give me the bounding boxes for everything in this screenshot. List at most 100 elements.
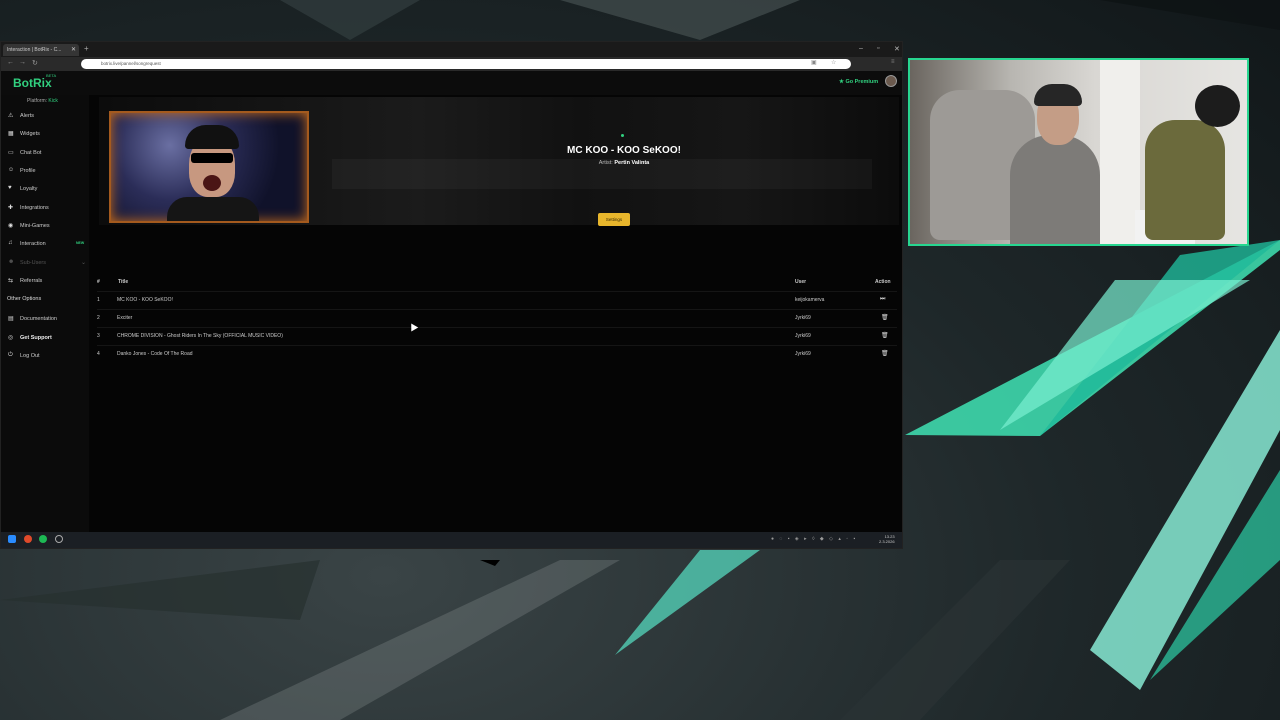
sidebar-item-integrations[interactable]: ✚ Integrations (8, 203, 86, 215)
taskbar-clock[interactable]: 13.23 2.3.2026 (879, 534, 895, 544)
sidebar-item-chat-bot[interactable]: ▭ Chat Bot (8, 148, 86, 160)
sidebar-item-label: Interaction (20, 241, 46, 247)
platform-label: Platform: (27, 98, 48, 104)
sidebar-item-label: Sub-Users (20, 260, 46, 266)
sidebar-item-mini-games[interactable]: ◉ Mini-Games (8, 221, 86, 233)
back-icon[interactable]: ← (7, 59, 14, 66)
app-header: BotRix BETA ★ Go Premium (1, 71, 902, 95)
url-field[interactable]: botrix.live/pannel/songrequest (81, 59, 851, 69)
row-user: Jyrki69 (795, 333, 811, 339)
column-action: Action (875, 279, 891, 285)
now-playing-artist: Artist: Pertin Valinta (524, 160, 724, 166)
other-options-heading: Other Options (7, 296, 42, 302)
playing-indicator (621, 134, 624, 137)
skip-icon[interactable]: ⏭ (880, 296, 885, 303)
close-tab-icon[interactable]: ✕ (71, 46, 76, 53)
menu-icon[interactable]: ≡ (891, 59, 895, 65)
sidebar-item-referrals[interactable]: ⇆ Referrals (8, 276, 86, 288)
spotify-icon[interactable] (39, 535, 47, 543)
bookmark-icon[interactable]: ☆ (831, 59, 836, 66)
widgets-icon: ▦ (8, 131, 14, 137)
sidebar-item-label: Documentation (20, 316, 57, 322)
sidebar-item-widgets[interactable]: ▦ Widgets (8, 129, 86, 141)
queue-table-header: # Title User Action (97, 279, 897, 291)
artist-name: Pertin Valinta (614, 160, 650, 166)
now-playing-title: MC KOO - KOO SeKOO! (567, 145, 681, 156)
new-badge: NEW (76, 241, 85, 245)
tab-title: Interaction | BotRix - C... (7, 47, 62, 53)
go-premium-label: Go Premium (845, 79, 879, 85)
table-row: 4 Danko Jones - Code Of The Road Jyrki69… (97, 345, 897, 361)
sidebar-item-label: Alerts (20, 113, 35, 119)
trash-icon[interactable]: 🗑 (881, 332, 889, 339)
browser-tab[interactable]: Interaction | BotRix - C... ✕ (3, 44, 79, 56)
settings-button[interactable]: Settings (598, 213, 630, 226)
minimize-icon[interactable]: – (859, 45, 863, 52)
sidebar-item-label: Get Support (20, 335, 52, 341)
table-row: 3 CHROME DIVISION - Ghost Riders In The … (97, 327, 897, 343)
alert-icon: ⚠ (8, 113, 14, 119)
table-row: 2 Exciter Jyrki69 🗑 (97, 309, 897, 325)
row-title: MC KOO - KOO SeKOO! (117, 297, 173, 303)
sidebar-item-alerts[interactable]: ⚠ Alerts (8, 111, 86, 123)
sidebar-item-get-support[interactable]: ◎ Get Support (8, 333, 86, 345)
row-title: Exciter (117, 315, 133, 321)
support-icon: ◎ (8, 335, 14, 341)
trash-icon[interactable]: 🗑 (881, 314, 889, 321)
platform-value: Kick (48, 98, 58, 104)
tab-strip: Interaction | BotRix - C... ✕ + – ▫ ✕ (1, 42, 902, 57)
sidebar-item-label: Referrals (20, 278, 43, 284)
app-icon[interactable] (55, 535, 63, 543)
platform-indicator: Platform: Kick (27, 98, 58, 104)
row-title: Danko Jones - Code Of The Road (117, 351, 193, 357)
referral-icon: ⇆ (8, 278, 14, 284)
chat-icon: ▭ (8, 150, 14, 156)
go-premium-link[interactable]: ★ Go Premium (839, 79, 878, 85)
gamepad-icon: ◉ (8, 223, 14, 229)
reload-icon[interactable]: ↻ (32, 59, 38, 67)
browser-icon[interactable] (24, 535, 32, 543)
sidebar-item-interaction[interactable]: ♫ Interaction NEW (8, 239, 86, 251)
music-note-icon: ♫ (8, 240, 13, 246)
column-number: # (97, 279, 100, 285)
sidebar-item-documentation[interactable]: ▤ Documentation (8, 314, 86, 326)
row-number: 2 (97, 315, 100, 321)
row-user: Jyrki69 (795, 315, 811, 321)
row-number: 1 (97, 297, 100, 303)
maximize-icon[interactable]: ▫ (877, 45, 879, 52)
sidebar-item-sub-users[interactable]: ☻ Sub-Users ⌄ (8, 258, 86, 270)
start-icon[interactable] (8, 535, 16, 543)
url-text: botrix.live/pannel/songrequest (101, 61, 161, 66)
sidebar-item-profile[interactable]: ☺ Profile (8, 166, 86, 178)
forward-icon[interactable]: → (19, 59, 26, 66)
clock-date: 2.3.2026 (879, 539, 895, 544)
user-avatar[interactable] (885, 75, 897, 87)
artist-label: Artist: (598, 160, 613, 166)
sidebar-item-label: Log Out (20, 353, 40, 359)
sidebar-item-label: Mini-Games (20, 223, 50, 229)
sidebar-item-label: Chat Bot (20, 150, 42, 156)
webcam-overlay (908, 58, 1249, 246)
document-icon: ▤ (8, 316, 14, 322)
sidebar-item-loyalty[interactable]: ♥ Loyalty (8, 184, 86, 196)
heart-icon: ♥ (8, 185, 12, 191)
now-playing-panel: MC KOO - KOO SeKOO! Artist: Pertin Valin… (99, 97, 899, 225)
desktop-background: Interaction | BotRix - C... ✕ + – ▫ ✕ ← … (0, 0, 1280, 720)
puzzle-icon: ✚ (8, 205, 14, 211)
row-number: 4 (97, 351, 100, 357)
system-tray[interactable]: ● ◌ ▪ ◈ ▸ ◊ ◆ ◇ ▴ ◦ ▪ (771, 536, 857, 542)
close-window-icon[interactable]: ✕ (894, 45, 900, 53)
sidebar-item-log-out[interactable]: ⏻ Log Out (8, 351, 86, 363)
botrix-logo[interactable]: BotRix (13, 76, 52, 90)
column-title: Title (118, 279, 129, 285)
sidebar-item-label: Loyalty (20, 186, 38, 192)
row-title: CHROME DIVISION - Ghost Riders In The Sk… (117, 333, 283, 339)
trash-icon[interactable]: 🗑 (881, 350, 889, 357)
extension-icon[interactable]: ▣ (811, 59, 817, 66)
users-icon: ☻ (8, 259, 15, 265)
main-content: MC KOO - KOO SeKOO! Artist: Pertin Valin… (89, 95, 902, 532)
new-tab-button[interactable]: + (84, 44, 89, 53)
beta-badge: BETA (46, 73, 57, 78)
sidebar-item-label: Integrations (20, 205, 49, 211)
row-number: 3 (97, 333, 100, 339)
